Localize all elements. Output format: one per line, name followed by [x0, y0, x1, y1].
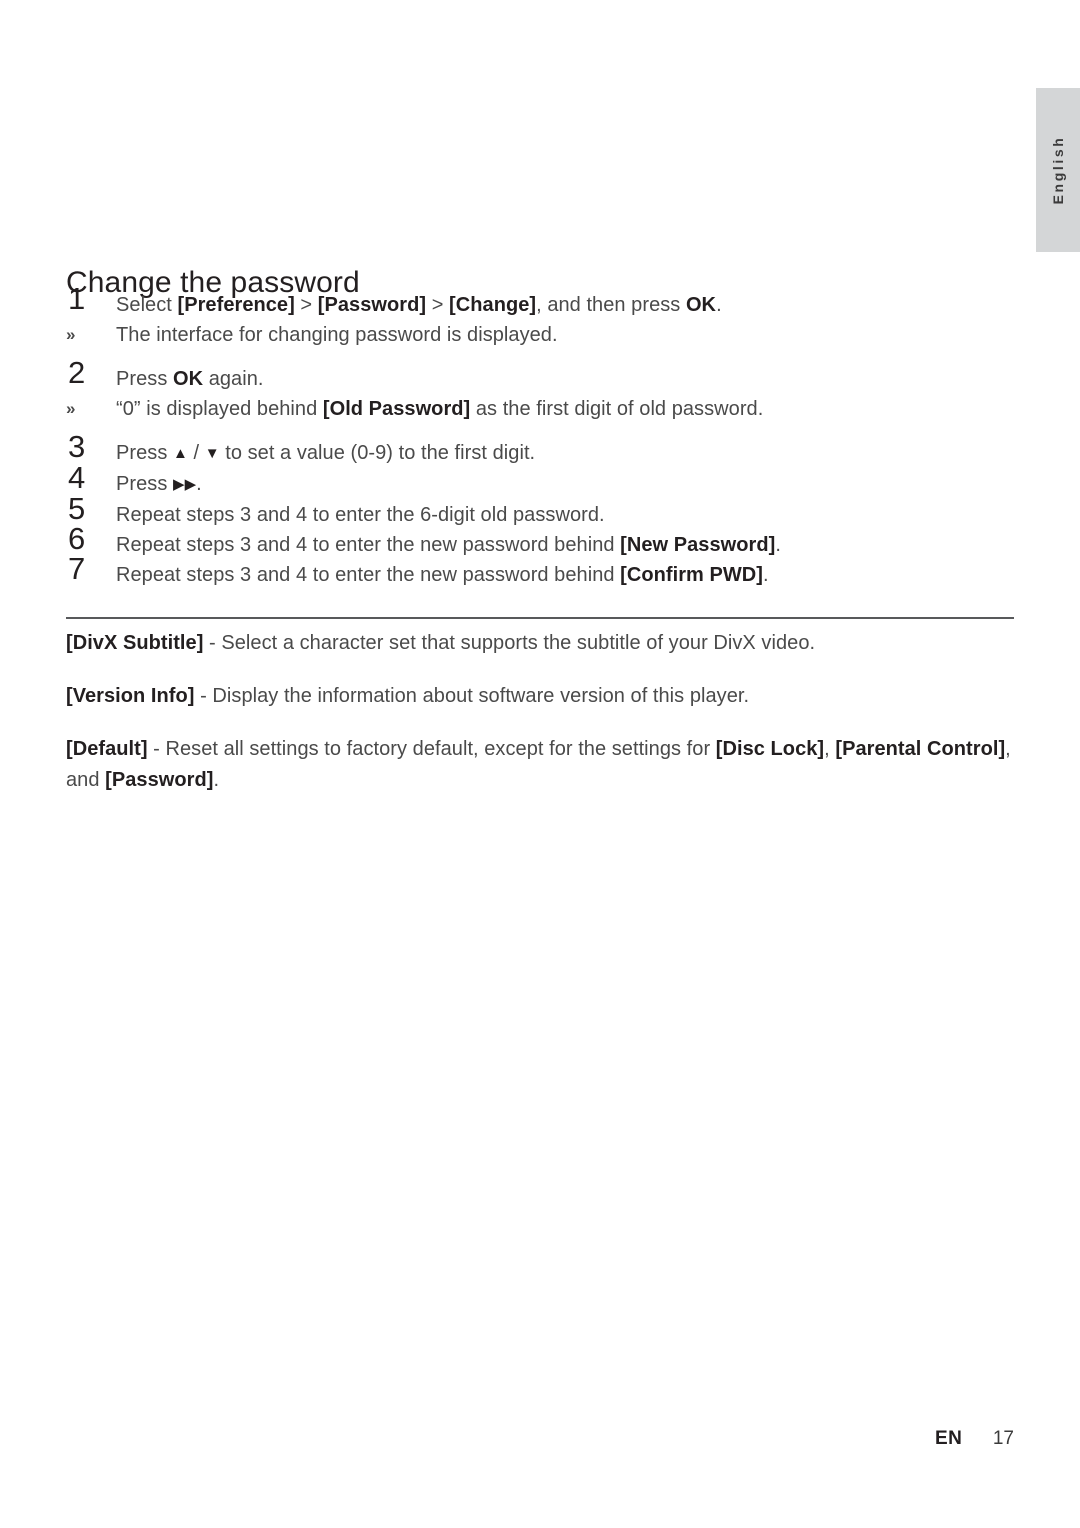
procedure-substep: » The interface for changing password is …	[66, 320, 1014, 350]
setting-description: [Version Info] - Display the information…	[66, 685, 750, 707]
section-divider	[66, 617, 1014, 619]
step-text: Press OK again.	[116, 368, 264, 390]
substep-bullet-icon: »	[66, 399, 76, 418]
step-number: 2	[68, 355, 86, 390]
step-text: Repeat steps 3 and 4 to enter the 6-digi…	[116, 504, 605, 526]
settings-description-list: [DivX Subtitle] - Select a character set…	[66, 628, 1014, 818]
substep-text: “0” is displayed behind [Old Password] a…	[116, 398, 764, 420]
step-number: 6	[68, 521, 86, 556]
step-text: Select [Preference] > [Password] > [Chan…	[116, 294, 722, 316]
language-tab-label: English	[1050, 135, 1066, 205]
procedure-step: 3 Press ▲ / ▼ to set a value (0-9) to the…	[66, 431, 1014, 469]
step-text: Repeat steps 3 and 4 to enter the new pa…	[116, 534, 781, 556]
step-number: 1	[68, 281, 86, 316]
language-tab: English	[1036, 88, 1080, 252]
step-number: 5	[68, 491, 86, 526]
step-text: Repeat steps 3 and 4 to enter the new pa…	[116, 564, 769, 586]
step-number: 3	[68, 429, 86, 464]
footer-page-number: 17	[992, 1428, 1014, 1449]
substep-text: The interface for changing password is d…	[116, 324, 558, 346]
step-group-spacer	[66, 350, 1014, 364]
procedure-step: 5 Repeat steps 3 and 4 to enter the 6-dig…	[66, 493, 1014, 530]
page-footer: EN 17	[66, 1428, 1014, 1450]
substep-bullet-icon: »	[66, 325, 76, 344]
step-group-spacer	[66, 424, 1014, 438]
procedure-step: 6 Repeat steps 3 and 4 to enter the new p…	[66, 523, 1014, 560]
setting-description: [Default] - Reset all settings to factor…	[66, 738, 1011, 791]
setting-description: [DivX Subtitle] - Select a character set…	[66, 632, 816, 654]
step-number: 4	[68, 460, 86, 495]
step-number: 7	[68, 551, 86, 586]
footer-language-code: EN	[935, 1428, 963, 1449]
procedure-step: 4 Press ▶▶.	[66, 462, 1014, 500]
step-text: Press ▲ / ▼ to set a value (0-9) to the …	[116, 442, 536, 464]
procedure-step-list: 1 Select [Preference] > [Password] > [Cha…	[66, 283, 1014, 590]
step-text: Press ▶▶.	[116, 473, 202, 495]
procedure-step: 2 Press OK again.	[66, 357, 1014, 394]
procedure-substep: » “0” is displayed behind [Old Password] …	[66, 394, 1014, 424]
procedure-step: 7 Repeat steps 3 and 4 to enter the new p…	[66, 553, 1014, 590]
procedure-step: 1 Select [Preference] > [Password] > [Cha…	[66, 283, 1014, 320]
